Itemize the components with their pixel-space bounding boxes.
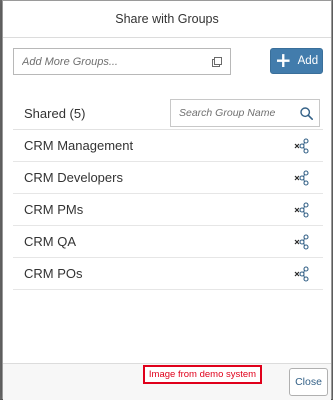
group-name: CRM Management — [24, 138, 134, 153]
share-with-groups-dialog: Share with Groups + Add Shared (5) CRM M… — [2, 0, 332, 400]
group-name: CRM POs — [24, 266, 83, 281]
search-icon[interactable] — [300, 107, 313, 120]
shared-count-title: Shared (5) — [24, 106, 86, 121]
unshare-icon[interactable] — [294, 234, 310, 250]
add-button[interactable]: + Add — [270, 48, 323, 74]
list-item: CRM QA — [13, 226, 323, 258]
shared-groups-list: CRM Management CRM Developers CRM PMs CR… — [13, 129, 323, 290]
unshare-icon[interactable] — [294, 170, 310, 186]
close-button[interactable]: Close — [289, 368, 328, 396]
group-name: CRM QA — [24, 234, 76, 249]
unshare-icon[interactable] — [294, 202, 310, 218]
unshare-icon[interactable] — [294, 266, 310, 282]
plus-icon: + — [274, 48, 292, 72]
unshare-icon[interactable] — [294, 138, 310, 154]
add-groups-input[interactable] — [22, 55, 202, 68]
dialog-title: Share with Groups — [115, 12, 219, 26]
dialog-header: Share with Groups — [3, 1, 331, 38]
add-button-label: Add — [297, 55, 319, 67]
value-help-icon[interactable] — [212, 57, 222, 67]
search-field[interactable] — [170, 99, 320, 127]
list-item: CRM PMs — [13, 194, 323, 226]
group-name: CRM PMs — [24, 202, 84, 217]
list-item: CRM Management — [13, 130, 323, 162]
add-groups-field[interactable] — [13, 48, 231, 75]
search-input[interactable] — [179, 107, 291, 119]
list-item: CRM POs — [13, 258, 323, 290]
group-name: CRM Developers — [24, 170, 123, 185]
list-item: CRM Developers — [13, 162, 323, 194]
demo-system-watermark: Image from demo system — [143, 365, 262, 384]
